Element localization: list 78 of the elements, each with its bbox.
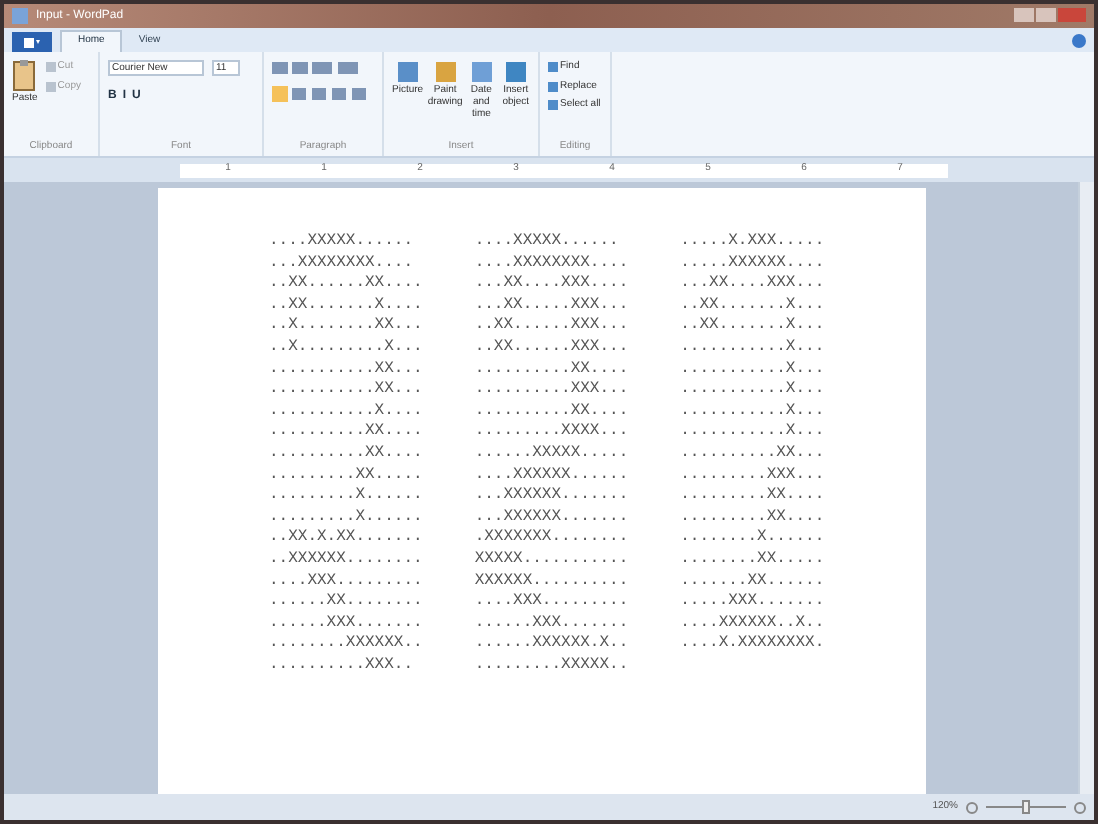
text-line: .....XXX.......	[680, 592, 825, 614]
text-line: .........X......	[269, 507, 423, 529]
text-line: ..XX......XXX...	[474, 337, 629, 360]
text-line: ......XXX.......	[474, 613, 629, 635]
text-line: ..........XX....	[474, 401, 629, 423]
text-line: ...XX.....XXX...	[474, 295, 629, 317]
text-line: XXXXX...........	[474, 549, 629, 571]
text-line: .......XX......	[680, 571, 825, 593]
text-line: ..........XX...	[680, 443, 825, 466]
insert-icon	[503, 60, 528, 84]
window-controls-icon[interactable]	[1014, 8, 1086, 24]
text-line: ....XXX.........	[269, 571, 423, 593]
text-line: ..XX.......X....	[269, 295, 423, 317]
text-line: ..XX.......X...	[680, 295, 825, 317]
file-menu-button[interactable]	[12, 32, 52, 52]
text-line: ...........X...	[680, 401, 825, 423]
text-line: ..X........XX...	[269, 316, 423, 338]
text-line: ......XXX.......	[269, 613, 423, 635]
clipboard-icon	[12, 60, 37, 92]
text-line: ...XXXXXX.......	[474, 507, 629, 529]
text-line: ......XXXXX.....	[474, 443, 629, 466]
text-line: ..XX.X.XX.......	[269, 528, 423, 550]
text-line: ...XX....XXX....	[474, 274, 629, 296]
text-line: ........XX.....	[680, 549, 825, 571]
app-icon	[12, 8, 28, 24]
insert-icon	[433, 60, 458, 84]
text-line: .....X.XXX.....	[680, 232, 825, 254]
text-line: ....XXXXX......	[269, 232, 416, 254]
text-line: ...........X....	[269, 401, 423, 423]
text-line: ...........X...	[680, 359, 825, 381]
help-icon[interactable]	[1072, 34, 1086, 48]
text-line: ...........X...	[680, 380, 825, 402]
text-line: .........XXXX...	[474, 422, 629, 444]
text-line: ...XXXXXXXX....	[269, 253, 416, 275]
text-line: ..........XX....	[474, 359, 629, 381]
text-line: .XXXXXXX........	[474, 528, 629, 550]
document-page[interactable]	[157, 188, 925, 794]
text-line: ......XXXXXX.X..	[474, 634, 629, 656]
text-line: .........XXX...	[680, 465, 825, 487]
text-line: .........XXXXX..	[474, 655, 629, 677]
text-line: ........X......	[680, 528, 825, 550]
text-line: .........XX....	[680, 507, 825, 529]
text-line: ........XXXXXX..	[269, 634, 423, 656]
text-line: ..XX......XX....	[269, 274, 423, 296]
text-line: ....XXXXXX..X..	[680, 613, 825, 635]
insert-icon	[395, 60, 420, 84]
text-line: ....X.XXXXXXXX.	[680, 634, 825, 656]
text-line: .....XXXXXX....	[680, 253, 825, 275]
text-line: ..XX.......X...	[680, 316, 825, 338]
alignment-icons[interactable]	[272, 86, 372, 102]
zoom-in-button[interactable]	[1074, 801, 1086, 813]
text-line: ....XXXXXXXX....	[474, 253, 629, 275]
text-line: ..........XXX..	[269, 655, 416, 677]
text-line: ..........XX....	[269, 422, 423, 444]
slider-thumb[interactable]	[1022, 800, 1030, 814]
text-line: ...........X...	[680, 422, 825, 444]
text-line: ...XXXXXX.......	[474, 486, 629, 508]
zoom-out-button[interactable]	[966, 801, 978, 813]
text-line: ..X.........X...	[269, 337, 423, 360]
menu-icon	[24, 37, 40, 47]
scrollbar[interactable]	[1078, 182, 1094, 794]
text-line: ....XXX.........	[474, 592, 629, 614]
text-line: ....XXXXXX......	[474, 465, 629, 487]
text-line: ..........XXX...	[474, 380, 629, 402]
text-line: ..........XX....	[269, 443, 423, 466]
text-line: ...........XX...	[269, 380, 423, 402]
text-line: .........XX.....	[269, 465, 423, 487]
text-line: ....XXXXX......	[474, 232, 621, 254]
text-line: .........X......	[269, 486, 423, 508]
text-line: XXXXXX..........	[474, 571, 629, 593]
text-line: ..XX......XXX...	[474, 316, 629, 338]
insert-icon	[469, 60, 494, 84]
text-line: ...........X...	[680, 337, 825, 360]
text-line: ...XX....XXX...	[680, 274, 825, 296]
text-line: ..XXXXXX........	[269, 549, 423, 571]
text-line: ...........XX...	[269, 359, 423, 381]
text-line: ......XX........	[269, 592, 423, 614]
text-line: .........XX....	[680, 486, 825, 508]
